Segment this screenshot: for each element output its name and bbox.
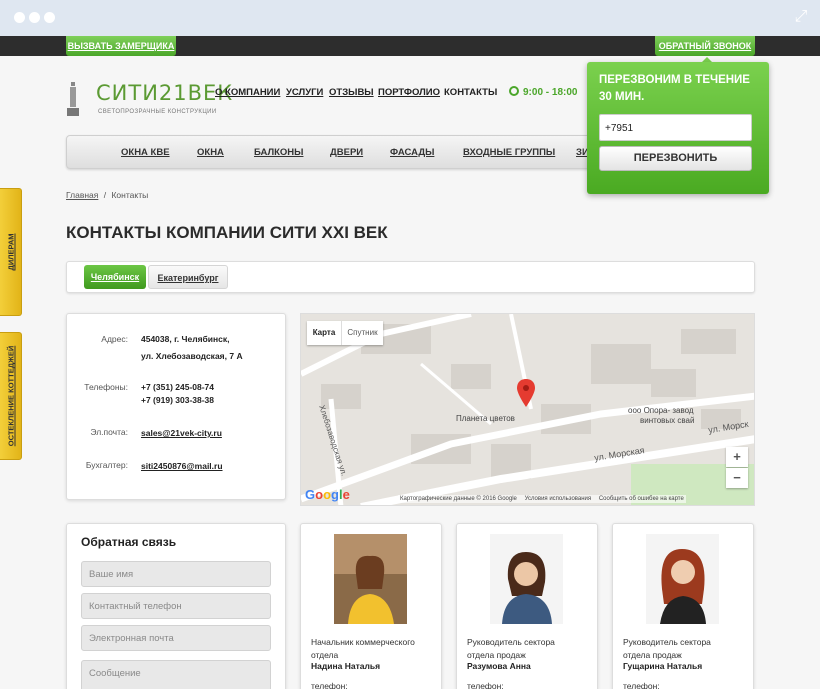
person-3-name: Гущарина Наталья bbox=[623, 661, 703, 671]
map-pin-icon[interactable] bbox=[517, 379, 535, 407]
window-dot-1 bbox=[14, 12, 25, 23]
zoom-out-button[interactable]: − bbox=[726, 468, 748, 488]
nav-about[interactable]: О КОМПАНИИ bbox=[215, 87, 280, 98]
breadcrumb: Главная / Контакты bbox=[66, 190, 148, 200]
person-photo-1 bbox=[334, 534, 407, 624]
logo-text[interactable]: СИТИ21ВЕК bbox=[96, 81, 233, 105]
phone-1: +7 (351) 245-08-74 bbox=[141, 382, 215, 392]
address-line-2: ул. Хлебозаводская, 7 А bbox=[141, 351, 243, 361]
call-measurer-button[interactable]: ВЫЗВАТЬ ЗАМЕРЩИКА bbox=[66, 36, 176, 56]
person-1-role: Начальник коммерческого отдела bbox=[311, 637, 415, 660]
map-poi-opora: ооо Опора- завод bbox=[628, 406, 694, 415]
cottage-glazing-tab-label: ОСТЕКЛЕНИЕ КОТТЕДЖЕЙ bbox=[6, 345, 15, 447]
map-type-toggle: Карта Спутник bbox=[307, 321, 383, 345]
clock-icon bbox=[509, 86, 519, 96]
call-me-button[interactable]: ПЕРЕЗВОНИТЬ bbox=[599, 146, 752, 171]
menu-entrance-groups[interactable]: ВХОДНЫЕ ГРУППЫ bbox=[463, 147, 555, 158]
person-photo-2 bbox=[490, 534, 563, 624]
popup-title: ПЕРЕЗВОНИМ В ТЕЧЕНИЕ 30 МИН. bbox=[599, 74, 750, 103]
address-label: Адрес: bbox=[101, 334, 128, 344]
expand-icon[interactable]: ⤢ bbox=[792, 8, 810, 26]
accountant-email-link[interactable]: siti2450876@mail.ru bbox=[141, 459, 223, 473]
page-content: ВЫЗВАТЬ ЗАМЕРЩИКА ОБРАТНЫЙ ЗВОНОК СИТИ21… bbox=[0, 36, 820, 689]
person-2-phone: телефон: bbox=[467, 681, 504, 689]
message-field[interactable]: Сообщение bbox=[81, 660, 271, 689]
hours-text: 9:00 - 18:00 bbox=[523, 87, 578, 98]
map-report-link[interactable]: Сообщить об ошибке на карте bbox=[599, 496, 684, 502]
map-poi-flowers: Планета цветов bbox=[456, 414, 515, 423]
map-data-credit: Картографические данные © 2016 Google bbox=[400, 496, 517, 502]
page-title: КОНТАКТЫ КОМПАНИИ СИТИ XXI ВЕК bbox=[66, 223, 388, 242]
person-2-role: Руководитель сектора отдела продаж bbox=[467, 637, 555, 660]
map-tab-map[interactable]: Карта bbox=[307, 321, 341, 345]
menu-doors[interactable]: ДВЕРИ bbox=[330, 147, 363, 158]
breadcrumb-current: Контакты bbox=[111, 190, 149, 200]
accountant-label: Бухгалтер: bbox=[85, 460, 128, 470]
google-logo[interactable]: Google bbox=[305, 487, 350, 502]
logo-subtitle: СВЕТОПРОЗРАЧНЫЕ КОНСТРУКЦИИ bbox=[98, 109, 217, 115]
map-tab-satellite[interactable]: Спутник bbox=[341, 321, 383, 345]
window-dot-2 bbox=[29, 12, 40, 23]
nav-reviews[interactable]: ОТЗЫВЫ bbox=[329, 87, 374, 98]
person-3-phone: телефон: bbox=[623, 681, 660, 689]
phone-input[interactable]: +7951 bbox=[599, 114, 752, 141]
feedback-title: Обратная связь bbox=[81, 535, 177, 549]
browser-titlebar: ⤢ bbox=[0, 0, 820, 36]
city-chelyabinsk[interactable]: Челябинск bbox=[84, 265, 146, 289]
breadcrumb-separator: / bbox=[103, 190, 107, 200]
zoom-in-button[interactable]: + bbox=[726, 447, 748, 467]
callback-button[interactable]: ОБРАТНЫЙ ЗВОНОК bbox=[655, 36, 755, 56]
cottage-glazing-tab[interactable]: ОСТЕКЛЕНИЕ КОТТЕДЖЕЙ bbox=[0, 332, 22, 460]
map-poi-opora-2: винтовых свай bbox=[640, 416, 695, 425]
person-2-name: Разумова Анна bbox=[467, 661, 531, 671]
menu-balconies[interactable]: БАЛКОНЫ bbox=[254, 147, 303, 158]
city-ekaterinburg[interactable]: Екатеринбург bbox=[148, 265, 228, 289]
person-1-phone: телефон: bbox=[311, 681, 348, 689]
nav-services[interactable]: УСЛУГИ bbox=[286, 87, 323, 98]
breadcrumb-home[interactable]: Главная bbox=[66, 190, 98, 200]
menu-windows[interactable]: ОКНА bbox=[197, 147, 224, 158]
address-line-1: 454038, г. Челябинск, bbox=[141, 334, 230, 344]
work-hours: 9:00 - 18:00 bbox=[509, 86, 577, 98]
email-label: Эл.почта: bbox=[90, 427, 128, 437]
person-3-role: Руководитель сектора отдела продаж bbox=[623, 637, 711, 660]
name-field[interactable]: Ваше имя bbox=[81, 561, 271, 587]
dealers-tab[interactable]: ДИЛЕРАМ bbox=[0, 188, 22, 316]
person-photo-3 bbox=[646, 534, 719, 624]
person-1-name: Надина Наталья bbox=[311, 661, 381, 671]
menu-windows-kbe[interactable]: ОКНА КВЕ bbox=[121, 147, 170, 158]
map-terms-link[interactable]: Условия использования bbox=[525, 496, 592, 502]
nav-contacts[interactable]: КОНТАКТЫ bbox=[444, 87, 497, 98]
map-footer: Картографические данные © 2016 Google Ус… bbox=[398, 495, 686, 503]
menu-facades[interactable]: ФАСАДЫ bbox=[390, 147, 434, 158]
email-link[interactable]: sales@21vek-city.ru bbox=[141, 426, 222, 440]
nav-portfolio[interactable]: ПОРТФОЛИО bbox=[378, 87, 440, 98]
window-dot-3 bbox=[44, 12, 55, 23]
dealers-tab-label: ДИЛЕРАМ bbox=[6, 233, 15, 271]
phone-field[interactable]: Контактный телефон bbox=[81, 593, 271, 619]
email-field[interactable]: Электронная почта bbox=[81, 625, 271, 651]
phone-2: +7 (919) 303-38-38 bbox=[141, 395, 215, 405]
logo-icon bbox=[67, 82, 79, 116]
phones-label: Телефоны: bbox=[84, 382, 128, 392]
